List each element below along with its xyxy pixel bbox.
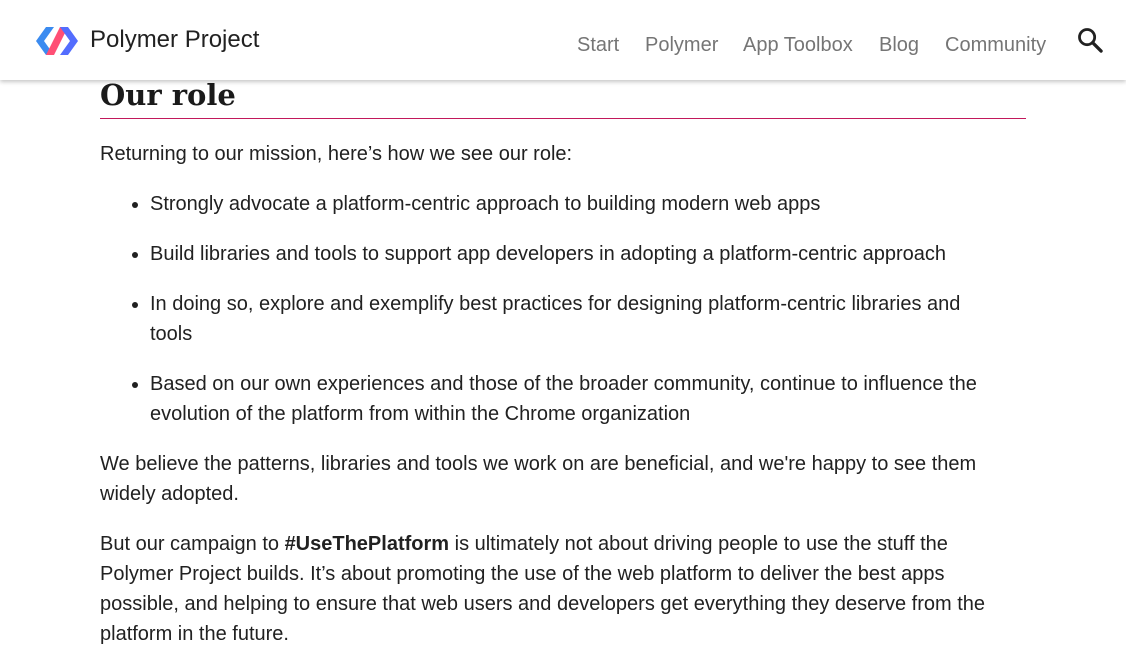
brand-title[interactable]: Polymer Project bbox=[90, 24, 259, 56]
list-item: Based on our own experiences and those o… bbox=[132, 369, 1026, 429]
list-item-text: Based on our own experiences and those o… bbox=[150, 373, 977, 425]
top-app-bar: Polymer Project Start Polymer App Toolbo… bbox=[0, 0, 1126, 80]
bullet-icon bbox=[132, 382, 138, 388]
list-item-text: Strongly advocate a platform-centric app… bbox=[150, 193, 821, 215]
list-item: Strongly advocate a platform-centric app… bbox=[132, 189, 1026, 219]
polymer-logo-icon[interactable] bbox=[36, 25, 78, 57]
bullet-icon bbox=[132, 202, 138, 208]
role-list: Strongly advocate a platform-centric app… bbox=[100, 189, 1026, 429]
search-icon[interactable] bbox=[1076, 26, 1104, 54]
paragraph-text: But our campaign to bbox=[100, 533, 285, 555]
nav-polymer[interactable]: Polymer bbox=[645, 30, 718, 60]
list-item-text: In doing so, explore and exemplify best … bbox=[150, 293, 961, 345]
list-item: In doing so, explore and exemplify best … bbox=[132, 289, 1026, 349]
article-content: Our role Returning to our mission, here’… bbox=[100, 72, 1026, 669]
paragraph-beneficial: We believe the patterns, libraries and t… bbox=[100, 453, 977, 505]
list-item-text: Build libraries and tools to support app… bbox=[150, 243, 947, 265]
paragraph-campaign: But our campaign to #UseThePlatform is u… bbox=[100, 529, 1026, 649]
nav-community[interactable]: Community bbox=[945, 30, 1046, 60]
nav-blog[interactable]: Blog bbox=[879, 30, 919, 60]
nav-app-toolbox[interactable]: App Toolbox bbox=[743, 30, 853, 60]
hashtag-text: #UseThePlatform bbox=[284, 533, 450, 555]
list-item: Build libraries and tools to support app… bbox=[132, 239, 1026, 269]
bullet-icon bbox=[132, 252, 138, 258]
intro-text: Returning to our mission, here’s how we … bbox=[100, 143, 573, 165]
bullet-icon bbox=[132, 302, 138, 308]
nav-start[interactable]: Start bbox=[577, 30, 619, 60]
